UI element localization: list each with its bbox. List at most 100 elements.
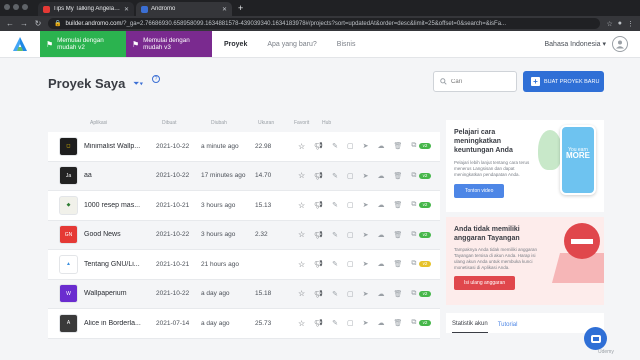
copy-icon[interactable]: ⧉	[411, 231, 416, 239]
preview-icon[interactable]: ▢	[347, 290, 354, 298]
copy-icon[interactable]: ⧉	[411, 319, 416, 327]
address-bar[interactable]: 🔒 builder.andromo.com/?_ga=2.76686930.65…	[48, 18, 601, 29]
help-icon[interactable]: ?	[152, 75, 160, 83]
andromo-logo[interactable]	[0, 31, 40, 57]
app-name[interactable]: Good News	[84, 231, 152, 238]
reload-icon[interactable]: ↻	[34, 19, 42, 28]
star-icon[interactable]: ☆	[298, 319, 305, 328]
star-bookmark-icon[interactable]: ☆	[606, 20, 612, 28]
back-arrow-icon[interactable]: ←	[6, 19, 14, 28]
tab-account-stats[interactable]: Statistik akun	[452, 321, 488, 333]
table-row[interactable]: ◻ Minimalist Wallp... 2021-10-22 a minut…	[48, 132, 440, 162]
cloud-icon[interactable]: ☁	[377, 319, 384, 327]
send-icon[interactable]: ➤	[363, 142, 369, 150]
star-icon[interactable]: ☆	[298, 142, 305, 151]
new-tab-button[interactable]: +	[234, 2, 247, 16]
delete-icon[interactable]: 🗑︎	[393, 142, 402, 150]
tab-tutorial[interactable]: Tutorial	[498, 322, 518, 333]
app-name[interactable]: 1000 resep mas...	[84, 202, 152, 209]
send-icon[interactable]: ➤	[363, 201, 369, 209]
browser-tab-1[interactable]: Tips My Talking Angela 2 and ✕	[38, 2, 134, 16]
watch-video-button[interactable]: Tonton video	[454, 184, 505, 198]
chat-button[interactable]	[584, 327, 607, 350]
window-controls[interactable]	[4, 4, 28, 10]
star-icon[interactable]: ☆	[298, 289, 305, 298]
delete-icon[interactable]: 🗑︎	[393, 319, 402, 327]
cloud-icon[interactable]: ☁	[377, 172, 384, 180]
nav-projects[interactable]: Proyek	[224, 41, 247, 48]
nav-whats-new[interactable]: Apa yang baru?	[267, 41, 316, 48]
close-tab-icon[interactable]: ✕	[222, 6, 227, 13]
menu-dots-icon[interactable]: ⋮	[627, 20, 634, 28]
nav-business[interactable]: Bisnis	[337, 41, 356, 48]
copy-icon[interactable]: ⧉	[411, 142, 416, 150]
preview-icon[interactable]: ▢	[347, 231, 354, 239]
edit-icon[interactable]: ✎	[332, 201, 338, 209]
table-row[interactable]: Ja aa 2021-10-22 17 minutes ago 14.70 ☆ …	[48, 162, 440, 191]
cloud-icon[interactable]: ☁	[377, 142, 384, 150]
edit-icon[interactable]: ✎	[332, 319, 338, 327]
megaphone-icon[interactable]: 📢︎	[314, 172, 323, 180]
table-row[interactable]: ▲ Tentang GNU/Li... 2021-10-21 21 hours …	[48, 250, 440, 280]
megaphone-icon[interactable]: 📢︎	[314, 201, 323, 209]
preview-icon[interactable]: ▢	[347, 142, 354, 150]
column-updated[interactable]: Diubah	[211, 120, 227, 126]
table-row[interactable]: W Wallpaperium 2021-10-22 a day ago 15.1…	[48, 280, 440, 309]
edit-icon[interactable]: ✎	[332, 172, 338, 180]
cloud-icon[interactable]: ☁	[377, 290, 384, 298]
column-created[interactable]: Dibuat	[162, 120, 176, 126]
column-size[interactable]: Ukuran	[258, 120, 274, 126]
refill-budget-button[interactable]: Isi ulang anggaran	[454, 276, 516, 290]
profile-icon[interactable]: ●	[618, 20, 622, 28]
copy-icon[interactable]: ⧉	[411, 172, 416, 180]
send-icon[interactable]: ➤	[363, 172, 369, 180]
table-row[interactable]: A Alice in Borderla... 2021-07-14 a day …	[48, 309, 440, 339]
star-icon[interactable]: ☆	[298, 201, 305, 210]
preview-icon[interactable]: ▢	[347, 260, 354, 268]
getting-started-v3-button[interactable]: ⚑ Memulai dengan mudah v3	[126, 31, 212, 57]
filter-icon[interactable]: ⏷▾	[133, 79, 143, 89]
forward-arrow-icon[interactable]: →	[20, 19, 28, 28]
app-name[interactable]: Minimalist Wallp...	[84, 143, 152, 150]
star-icon[interactable]: ☆	[298, 260, 305, 269]
megaphone-icon[interactable]: 📢︎	[314, 319, 323, 327]
column-app[interactable]: Aplikasi	[90, 120, 107, 126]
copy-icon[interactable]: ⧉	[411, 201, 416, 209]
preview-icon[interactable]: ▢	[347, 319, 354, 327]
delete-icon[interactable]: 🗑︎	[393, 231, 402, 239]
star-icon[interactable]: ☆	[298, 230, 305, 239]
table-row[interactable]: ◆ 1000 resep mas... 2021-10-21 3 hours a…	[48, 191, 440, 221]
cloud-icon[interactable]: ☁	[377, 231, 384, 239]
close-tab-icon[interactable]: ✕	[124, 6, 129, 13]
star-icon[interactable]: ☆	[298, 171, 305, 180]
preview-icon[interactable]: ▢	[347, 201, 354, 209]
cloud-icon[interactable]: ☁	[377, 201, 384, 209]
copy-icon[interactable]: ⧉	[411, 290, 416, 298]
copy-icon[interactable]: ⧉	[411, 260, 416, 268]
app-name[interactable]: aa	[84, 172, 152, 179]
megaphone-icon[interactable]: 📢︎	[314, 260, 323, 268]
send-icon[interactable]: ➤	[363, 260, 369, 268]
edit-icon[interactable]: ✎	[332, 231, 338, 239]
search-input[interactable]	[451, 78, 511, 85]
delete-icon[interactable]: 🗑︎	[393, 172, 402, 180]
table-row[interactable]: GN Good News 2021-10-22 3 hours ago 2.32…	[48, 221, 440, 250]
send-icon[interactable]: ➤	[363, 290, 369, 298]
user-avatar[interactable]	[612, 36, 628, 52]
app-name[interactable]: Wallpaperium	[84, 290, 152, 297]
search-box[interactable]	[433, 71, 517, 92]
delete-icon[interactable]: 🗑︎	[393, 201, 402, 209]
edit-icon[interactable]: ✎	[332, 260, 338, 268]
app-name[interactable]: Tentang GNU/Li...	[84, 261, 152, 268]
send-icon[interactable]: ➤	[363, 319, 369, 327]
send-icon[interactable]: ➤	[363, 231, 369, 239]
delete-icon[interactable]: 🗑︎	[393, 260, 402, 268]
delete-icon[interactable]: 🗑︎	[393, 290, 402, 298]
cloud-icon[interactable]: ☁	[377, 260, 384, 268]
app-name[interactable]: Alice in Borderla...	[84, 320, 152, 327]
browser-tab-2[interactable]: Andromo ✕	[136, 2, 232, 16]
preview-icon[interactable]: ▢	[347, 172, 354, 180]
megaphone-icon[interactable]: 📢︎	[314, 290, 323, 298]
megaphone-icon[interactable]: 📢︎	[314, 142, 323, 150]
getting-started-v2-button[interactable]: ⚑ Memulai dengan mudah v2	[40, 31, 126, 57]
